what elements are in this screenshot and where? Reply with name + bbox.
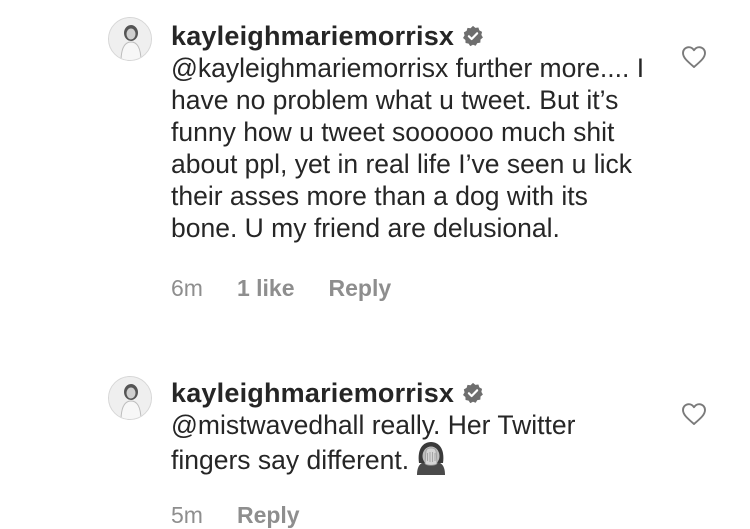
comment-text-content: @mistwavedhall really. Her Twitter finge… bbox=[171, 410, 576, 475]
comment-time: 6m bbox=[171, 275, 203, 301]
avatar[interactable] bbox=[108, 17, 152, 61]
comment-meta: 6m 1 like Reply bbox=[171, 275, 651, 302]
heart-outline-icon[interactable] bbox=[681, 45, 707, 69]
avatar[interactable] bbox=[108, 376, 152, 420]
comment-text: @mistwavedhall really. Her Twitter finge… bbox=[171, 409, 651, 476]
comment-username[interactable]: kayleighmariemorrisx bbox=[171, 21, 454, 52]
heart-outline-icon[interactable] bbox=[681, 402, 707, 426]
like-count[interactable]: 1 like bbox=[237, 275, 295, 302]
reply-button[interactable]: Reply bbox=[237, 502, 300, 529]
facepalm-emoji-icon bbox=[417, 442, 446, 475]
verified-badge-icon bbox=[463, 382, 484, 404]
verified-badge-icon bbox=[463, 25, 484, 47]
comment-username[interactable]: kayleighmariemorrisx bbox=[171, 378, 454, 409]
reply-button[interactable]: Reply bbox=[329, 275, 392, 302]
comment-meta: 5m Reply bbox=[171, 502, 651, 529]
comment-time: 5m bbox=[171, 502, 203, 528]
comment-text: @kayleighmariemorrisx further more.... I… bbox=[171, 53, 645, 243]
